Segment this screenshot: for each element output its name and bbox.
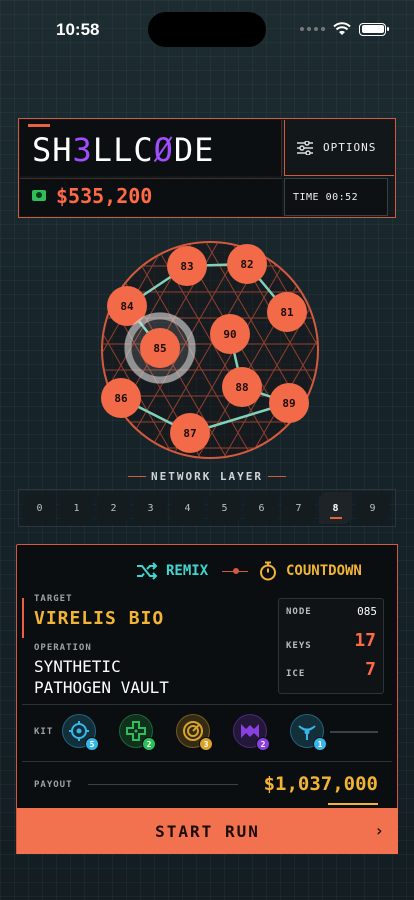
status-time: 10:58 bbox=[56, 20, 100, 39]
target-value: VIRELIS BIO bbox=[34, 608, 165, 629]
network-node-87[interactable]: 87 bbox=[170, 413, 210, 453]
sliders-icon bbox=[297, 140, 313, 155]
node-label: 82 bbox=[240, 258, 253, 271]
remix-button[interactable]: REMIX bbox=[136, 562, 208, 580]
accent-bar bbox=[22, 598, 24, 638]
kit-item-dpad-icon[interactable]: 2 bbox=[119, 714, 156, 751]
battery-icon bbox=[359, 22, 389, 36]
time-readout: TIME 00:52 bbox=[284, 178, 388, 216]
node-label: 88 bbox=[235, 381, 248, 394]
shuffle-icon bbox=[137, 562, 158, 580]
kit-count-badge: 2 bbox=[142, 737, 156, 751]
payout-label: PAYOUT bbox=[34, 780, 73, 790]
app-title: SH3LLCØDE bbox=[32, 131, 215, 169]
kit-track bbox=[330, 731, 378, 733]
layer-tab-3[interactable]: 3 bbox=[134, 492, 167, 524]
remix-label: REMIX bbox=[166, 563, 209, 579]
kit-count-badge: 5 bbox=[85, 737, 99, 751]
layer-tab-9[interactable]: 9 bbox=[356, 492, 389, 524]
kit-count-badge: 1 bbox=[313, 737, 327, 751]
kit-label: KIT bbox=[34, 727, 54, 737]
chevron-right-icon: › bbox=[374, 821, 384, 840]
network-node-90[interactable]: 90 bbox=[210, 314, 250, 354]
kit-item-mask-icon[interactable]: 2 bbox=[233, 714, 270, 751]
options-button[interactable]: OPTIONS bbox=[284, 120, 394, 176]
node-label: 86 bbox=[114, 392, 128, 405]
operation-label: OPERATION bbox=[34, 643, 92, 653]
layer-tab-8[interactable]: 8 bbox=[319, 492, 352, 524]
dynamic-island bbox=[148, 12, 266, 47]
payout-value: $1,037,000 bbox=[263, 773, 378, 795]
node-label: 84 bbox=[120, 300, 134, 313]
connector-dot bbox=[233, 568, 239, 574]
node-label: 85 bbox=[153, 342, 166, 355]
status-icons bbox=[300, 22, 389, 36]
network-layer-label: NETWORK LAYER bbox=[150, 470, 264, 483]
node-label: 87 bbox=[183, 427, 196, 440]
kit-item-crosshair-icon[interactable]: 5 bbox=[62, 714, 99, 751]
kit-count-badge: 2 bbox=[256, 737, 270, 751]
network-node-81[interactable]: 81 bbox=[267, 292, 307, 332]
network-node-85[interactable]: 85 bbox=[124, 312, 196, 384]
layer-selector: 0123456789 bbox=[18, 489, 396, 527]
layer-tab-4[interactable]: 4 bbox=[171, 492, 204, 524]
kit-item-radar-icon[interactable]: 3 bbox=[176, 714, 213, 751]
start-run-button[interactable]: START RUN bbox=[17, 808, 398, 854]
countdown-label: COUNTDOWN bbox=[286, 563, 362, 579]
node-label: 81 bbox=[280, 306, 294, 319]
network-node-86[interactable]: 86 bbox=[101, 378, 141, 418]
layer-tab-2[interactable]: 2 bbox=[97, 492, 130, 524]
layer-tab-0[interactable]: 0 bbox=[23, 492, 56, 524]
kit-item-signal-icon[interactable]: 1 bbox=[290, 714, 327, 751]
network-node-89[interactable]: 89 bbox=[269, 383, 309, 423]
stopwatch-icon bbox=[260, 561, 276, 581]
title-accent bbox=[28, 124, 50, 127]
network-graph: 83 82 84 81 90 85 88 86 89 87 bbox=[101, 241, 319, 459]
payout-underline bbox=[328, 803, 378, 805]
node-label: 90 bbox=[223, 328, 236, 341]
network-node-82[interactable]: 82 bbox=[227, 244, 267, 284]
keys-label: KEYS bbox=[286, 641, 312, 651]
divider bbox=[268, 476, 286, 477]
ice-label: ICE bbox=[286, 669, 306, 679]
layer-tab-6[interactable]: 6 bbox=[245, 492, 278, 524]
node-label: 89 bbox=[282, 397, 295, 410]
keys-value: 17 bbox=[354, 630, 376, 651]
payout-line bbox=[88, 784, 238, 785]
wifi-icon bbox=[333, 22, 351, 35]
start-run-label: START RUN bbox=[155, 821, 260, 841]
options-label: OPTIONS bbox=[323, 141, 377, 154]
money-value: $535,200 bbox=[56, 184, 153, 208]
network-node-88[interactable]: 88 bbox=[222, 367, 262, 407]
operation-value: SYNTHETIC PATHOGEN VAULT bbox=[34, 657, 169, 697]
network-node-83[interactable]: 83 bbox=[167, 246, 207, 286]
node-label: NODE bbox=[286, 607, 312, 617]
node-value: 085 bbox=[357, 605, 377, 618]
layer-tab-7[interactable]: 7 bbox=[282, 492, 315, 524]
cash-icon bbox=[32, 190, 46, 201]
layer-tab-1[interactable]: 1 bbox=[60, 492, 93, 524]
layer-tab-5[interactable]: 5 bbox=[208, 492, 241, 524]
kit-count-badge: 3 bbox=[199, 737, 213, 751]
countdown-button[interactable]: COUNTDOWN bbox=[258, 561, 362, 581]
cellular-signal-icon bbox=[300, 27, 325, 31]
node-label: 83 bbox=[180, 260, 193, 273]
target-label: TARGET bbox=[34, 594, 73, 604]
ice-value: 7 bbox=[365, 659, 376, 680]
